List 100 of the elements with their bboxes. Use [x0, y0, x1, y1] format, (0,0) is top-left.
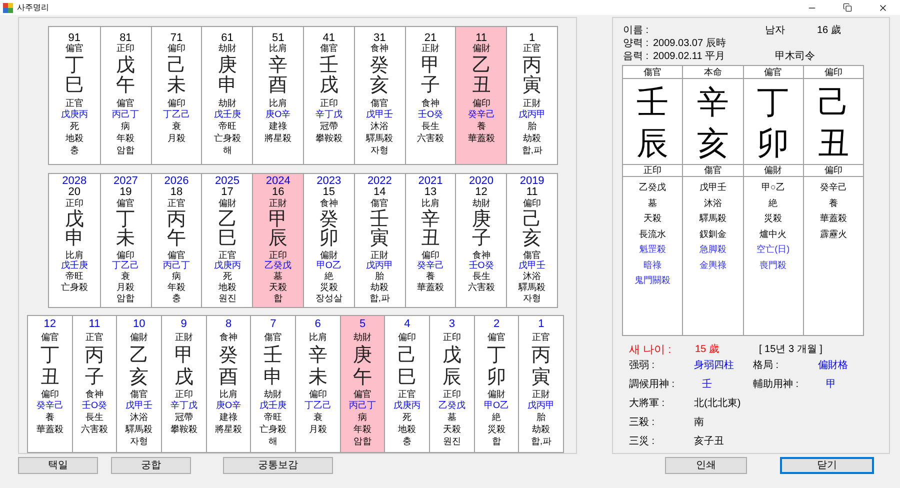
action-button[interactable]: 궁통보감 [223, 457, 333, 474]
earthly-branch: 丑 [472, 75, 491, 95]
action-button[interactable]: 닫기 [780, 457, 874, 474]
month-label: 5 [359, 319, 366, 329]
earthly-branch: 未 [166, 75, 186, 95]
relation-label: 자형 [130, 435, 148, 447]
heavenly-stem: 辛 [696, 83, 729, 122]
summary-label: 格局 : [753, 361, 780, 371]
hidden-stems: 戊甲壬 [518, 260, 546, 271]
chart-entry: 長流水 [639, 228, 666, 241]
pillar-column[interactable]: 11 正官 丙 子 食神 壬O癸 長生 六害殺 [72, 316, 116, 452]
ten-god-label: 比肩 [65, 250, 84, 260]
hidden-stems: 乙癸戊 [438, 399, 466, 411]
ten-god-label: 偏官 [744, 66, 803, 79]
life-stage: 絶 [324, 271, 334, 282]
chart-entry: 甲○乙 [761, 181, 785, 194]
year-label: 2024 [266, 176, 290, 187]
month-label: 4 [404, 319, 410, 329]
pillar-column[interactable]: 11 偏財 乙 丑 偏印 癸辛己 養 華蓋殺 [455, 27, 506, 164]
heavenly-stem: 己 [817, 83, 850, 122]
ten-god-label: 傷官 [370, 98, 389, 108]
earthly-branch: 申 [218, 75, 237, 95]
ten-god-label: 正財 [523, 98, 542, 108]
ten-god-label: 比肩 [308, 332, 327, 342]
summary-label: 輔助用神 : [753, 380, 800, 390]
field-label: 음력 : [623, 52, 650, 62]
ten-god-label: 劫財 [218, 98, 236, 108]
hidden-stems: 戊庚丙 [60, 108, 88, 120]
chart-entry: 鬼門關殺 [634, 274, 671, 288]
ten-god-label: 正財 [174, 332, 193, 342]
ten-god-label: 比肩 [269, 43, 288, 53]
ten-god-label: 正財 [269, 198, 288, 208]
restore-icon[interactable] [843, 3, 852, 12]
hidden-stems: 癸辛己 [416, 260, 444, 271]
field-label: 이름 : [623, 26, 650, 36]
action-button[interactable]: 궁합 [111, 457, 191, 474]
relation-label: 해 [268, 435, 278, 447]
earthly-branch: 丑 [40, 366, 60, 388]
earthly-branch: 辰 [268, 229, 288, 248]
ten-god-label: 正印 [174, 389, 193, 399]
chart-entry: 絶 [768, 196, 778, 210]
spirit-star-label: 年殺 [167, 282, 186, 293]
summary-label: 强弱 : [629, 361, 656, 371]
chart-entry: 癸辛己 [820, 181, 847, 194]
age-label: 11 [476, 33, 487, 43]
ten-god-label: 食神 [220, 332, 238, 342]
spirit-star-label: 華蓋殺 [468, 132, 495, 144]
window-title: 사주명리 [17, 4, 49, 12]
spirit-star-label: 華蓋殺 [36, 423, 64, 435]
lunar-date: 2009.02.11 平月 [653, 52, 726, 62]
hidden-stems: 乙癸戊 [264, 260, 292, 271]
ten-god-label: 傷官 [264, 332, 282, 342]
earthly-branch: 亥 [130, 366, 149, 388]
hidden-stems: 丙己丁 [112, 108, 140, 120]
life-stage: 病 [121, 120, 130, 132]
action-button[interactable]: 택일 [18, 457, 98, 474]
age-value: 16 歲 [817, 26, 841, 36]
pillar-column[interactable]: 2026 18 正官 丙 午 偏官 丙己丁 病 年殺 충 [150, 174, 202, 307]
month-label: 1 [538, 319, 544, 329]
ten-god-label: 本命 [683, 66, 742, 79]
ten-god-label: 食神 [86, 389, 104, 399]
year-label: 2026 [164, 176, 189, 187]
age-label: 81 [120, 33, 132, 43]
heavenly-stem: 丙 [522, 55, 542, 75]
earthly-branch: 亥 [370, 75, 390, 95]
chart-entry: 急脚殺 [699, 243, 726, 256]
pillar-column[interactable]: 71 偏印 己 未 偏印 丁乙己 衰 月殺 [150, 27, 202, 164]
spirit-star-label: 六害殺 [81, 423, 108, 435]
spirit-star-label: 華蓋殺 [416, 282, 444, 293]
age-label: 51 [272, 33, 284, 43]
ten-god-label: 偏官 [488, 332, 506, 342]
spirit-star-label: 將星殺 [264, 132, 292, 144]
pillar-column[interactable]: 21 正財 甲 子 食神 壬O癸 長生 六害殺 [404, 27, 456, 164]
ten-god-label: 偏財 [320, 250, 338, 260]
earthly-branch: 巳 [64, 75, 84, 95]
field-label: 양력 : [623, 39, 650, 49]
life-stage: 養 [45, 411, 54, 423]
pillar-column[interactable]: 2021 13 比肩 辛 丑 偏印 癸辛己 養 華蓋殺 [404, 174, 456, 307]
chart-entry: 華蓋殺 [820, 212, 847, 226]
life-stage: 長生 [421, 120, 440, 132]
spirit-star-label: 攀鞍殺 [170, 423, 198, 435]
hidden-stems: 戊庚丙 [214, 260, 241, 271]
relation-label: 합,파 [369, 293, 390, 304]
heavenly-stem: 癸 [370, 55, 390, 75]
close-icon[interactable] [878, 2, 888, 12]
hidden-stems: 庚O辛 [216, 399, 242, 411]
heavenly-stem: 甲 [268, 210, 288, 229]
action-button[interactable]: 인쇄 [665, 457, 747, 474]
app-icon [3, 2, 13, 12]
earthly-branch: 子 [420, 75, 440, 95]
pillar-column[interactable]: 5 劫財 庚 午 偏官 丙己丁 病 年殺 암합 [340, 316, 384, 452]
pillar-column[interactable]: 2 偏官 丁 卯 偏財 甲O乙 絶 災殺 합 [474, 316, 518, 452]
ten-god-label: 正印 [442, 332, 461, 342]
ten-god-label: 偏印 [116, 250, 135, 260]
earthly-branch: 辰 [636, 124, 669, 163]
pillar-column[interactable]: 2024 16 正財 甲 辰 正印 乙癸戊 墓 天殺 합 [252, 174, 303, 307]
pillar-column[interactable]: 8 食神 癸 酉 比肩 庚O辛 建祿 將星殺 [206, 316, 250, 452]
spirit-star-label: 六害殺 [468, 282, 495, 293]
spirit-star-label: 月殺 [167, 132, 186, 144]
hidden-stems: 甲O乙 [316, 260, 342, 271]
